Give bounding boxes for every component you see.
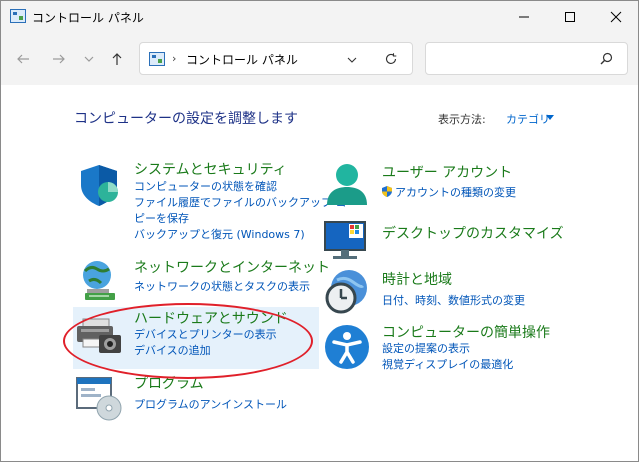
close-icon [610, 11, 622, 23]
link-uninstall-program[interactable]: プログラムのアンインストール [134, 397, 287, 413]
accessibility-icon[interactable] [323, 323, 371, 371]
category-title-appearance[interactable]: デスクトップのカスタマイズ [382, 223, 564, 243]
link-check-computer-status[interactable]: コンピューターの状態を確認 [134, 179, 277, 195]
category-system-security: システムとセキュリティ コンピューターの状態を確認 ファイル履歴でファイルのバッ… [75, 159, 347, 251]
navigation-bar: › コントロール パネル › [1, 33, 638, 85]
maximize-icon [565, 12, 575, 22]
page-heading: コンピューターの設定を調整します [74, 111, 298, 127]
control-panel-icon [149, 52, 165, 66]
link-backup-restore[interactable]: バックアップと復元 (Windows 7) [134, 227, 305, 243]
category-appearance: デスクトップのカスタマイズ [323, 216, 564, 260]
forward-button[interactable] [47, 47, 71, 71]
category-clock-region: 時計と地域 日付、時刻、数値形式の変更 [323, 268, 563, 320]
user-account-icon[interactable] [323, 161, 371, 209]
category-title-system-security[interactable]: システムとセキュリティ [134, 159, 287, 179]
chevron-down-icon[interactable] [346, 54, 358, 66]
clock-globe-icon[interactable] [323, 268, 371, 316]
category-title-network[interactable]: ネットワークとインターネット [134, 257, 330, 277]
category-ease-of-access: コンピューターの簡単操作 設定の提案の表示 視覚ディスプレイの最適化 [323, 323, 563, 375]
shield-chart-icon[interactable] [75, 161, 123, 209]
minimize-icon [519, 16, 529, 18]
network-globe-icon[interactable] [75, 257, 123, 305]
close-button[interactable] [593, 1, 639, 33]
back-button[interactable] [11, 47, 35, 71]
programs-disc-icon[interactable] [75, 374, 123, 422]
control-panel-app-icon [10, 9, 26, 23]
category-title-user-accounts[interactable]: ユーザー アカウント [382, 162, 512, 182]
search-box[interactable] [425, 42, 628, 75]
arrow-up-icon [112, 53, 122, 65]
title-bar[interactable]: コントロール パネル [1, 1, 638, 33]
arrow-right-icon [53, 54, 65, 64]
category-programs: プログラム プログラムのアンインストール [75, 374, 305, 422]
address-bar[interactable]: › コントロール パネル › [139, 42, 413, 75]
link-file-history-backup-cont[interactable]: ピーを保存 [134, 211, 189, 227]
category-title-ease-of-access[interactable]: コンピューターの簡単操作 [382, 322, 550, 342]
view-by-label: 表示方法: [438, 113, 486, 126]
search-icon[interactable] [600, 52, 613, 65]
breadcrumb-separator[interactable]: › [172, 52, 176, 65]
arrow-left-icon [17, 54, 29, 64]
link-change-date-time-number[interactable]: 日付、時刻、数値形式の変更 [382, 293, 525, 309]
link-network-status-tasks[interactable]: ネットワークの状態とタスクの表示 [134, 279, 310, 295]
uac-shield-icon [382, 186, 392, 197]
link-file-history-backup[interactable]: ファイル履歴でファイルのバックアップ コ [134, 195, 347, 211]
link-recommended-settings[interactable]: 設定の提案の表示 [382, 341, 470, 357]
view-by-dropdown[interactable]: カテゴリ [506, 111, 550, 127]
control-panel-window: コントロール パネル › コントロール パネル › コンピューターの設定を調整し… [0, 0, 639, 462]
category-network: ネットワークとインターネット ネットワークの状態とタスクの表示 [75, 257, 330, 305]
caret-down-icon[interactable] [546, 115, 554, 120]
recent-locations-button[interactable] [77, 47, 101, 71]
window-title: コントロール パネル [32, 11, 144, 25]
maximize-button[interactable] [547, 1, 593, 33]
link-change-account-type-label[interactable]: アカウントの種類の変更 [395, 186, 516, 199]
breadcrumb-separator[interactable]: › [280, 52, 284, 65]
refresh-icon[interactable] [384, 52, 398, 66]
chevron-down-icon [84, 56, 94, 62]
up-button[interactable] [105, 47, 129, 71]
category-title-clock-region[interactable]: 時計と地域 [382, 269, 452, 289]
content-area: コンピューターの設定を調整します 表示方法: カテゴリ システムとセキュリティ … [1, 85, 638, 461]
category-user-accounts: ユーザー アカウント アカウントの種類の変更 [323, 161, 563, 213]
link-optimize-visual-display[interactable]: 視覚ディスプレイの最適化 [382, 357, 513, 373]
desktop-customize-icon[interactable] [323, 216, 371, 264]
annotation-highlight-oval [63, 303, 313, 379]
minimize-button[interactable] [501, 1, 547, 33]
link-change-account-type[interactable]: アカウントの種類の変更 [382, 185, 516, 201]
search-input[interactable] [434, 49, 594, 69]
